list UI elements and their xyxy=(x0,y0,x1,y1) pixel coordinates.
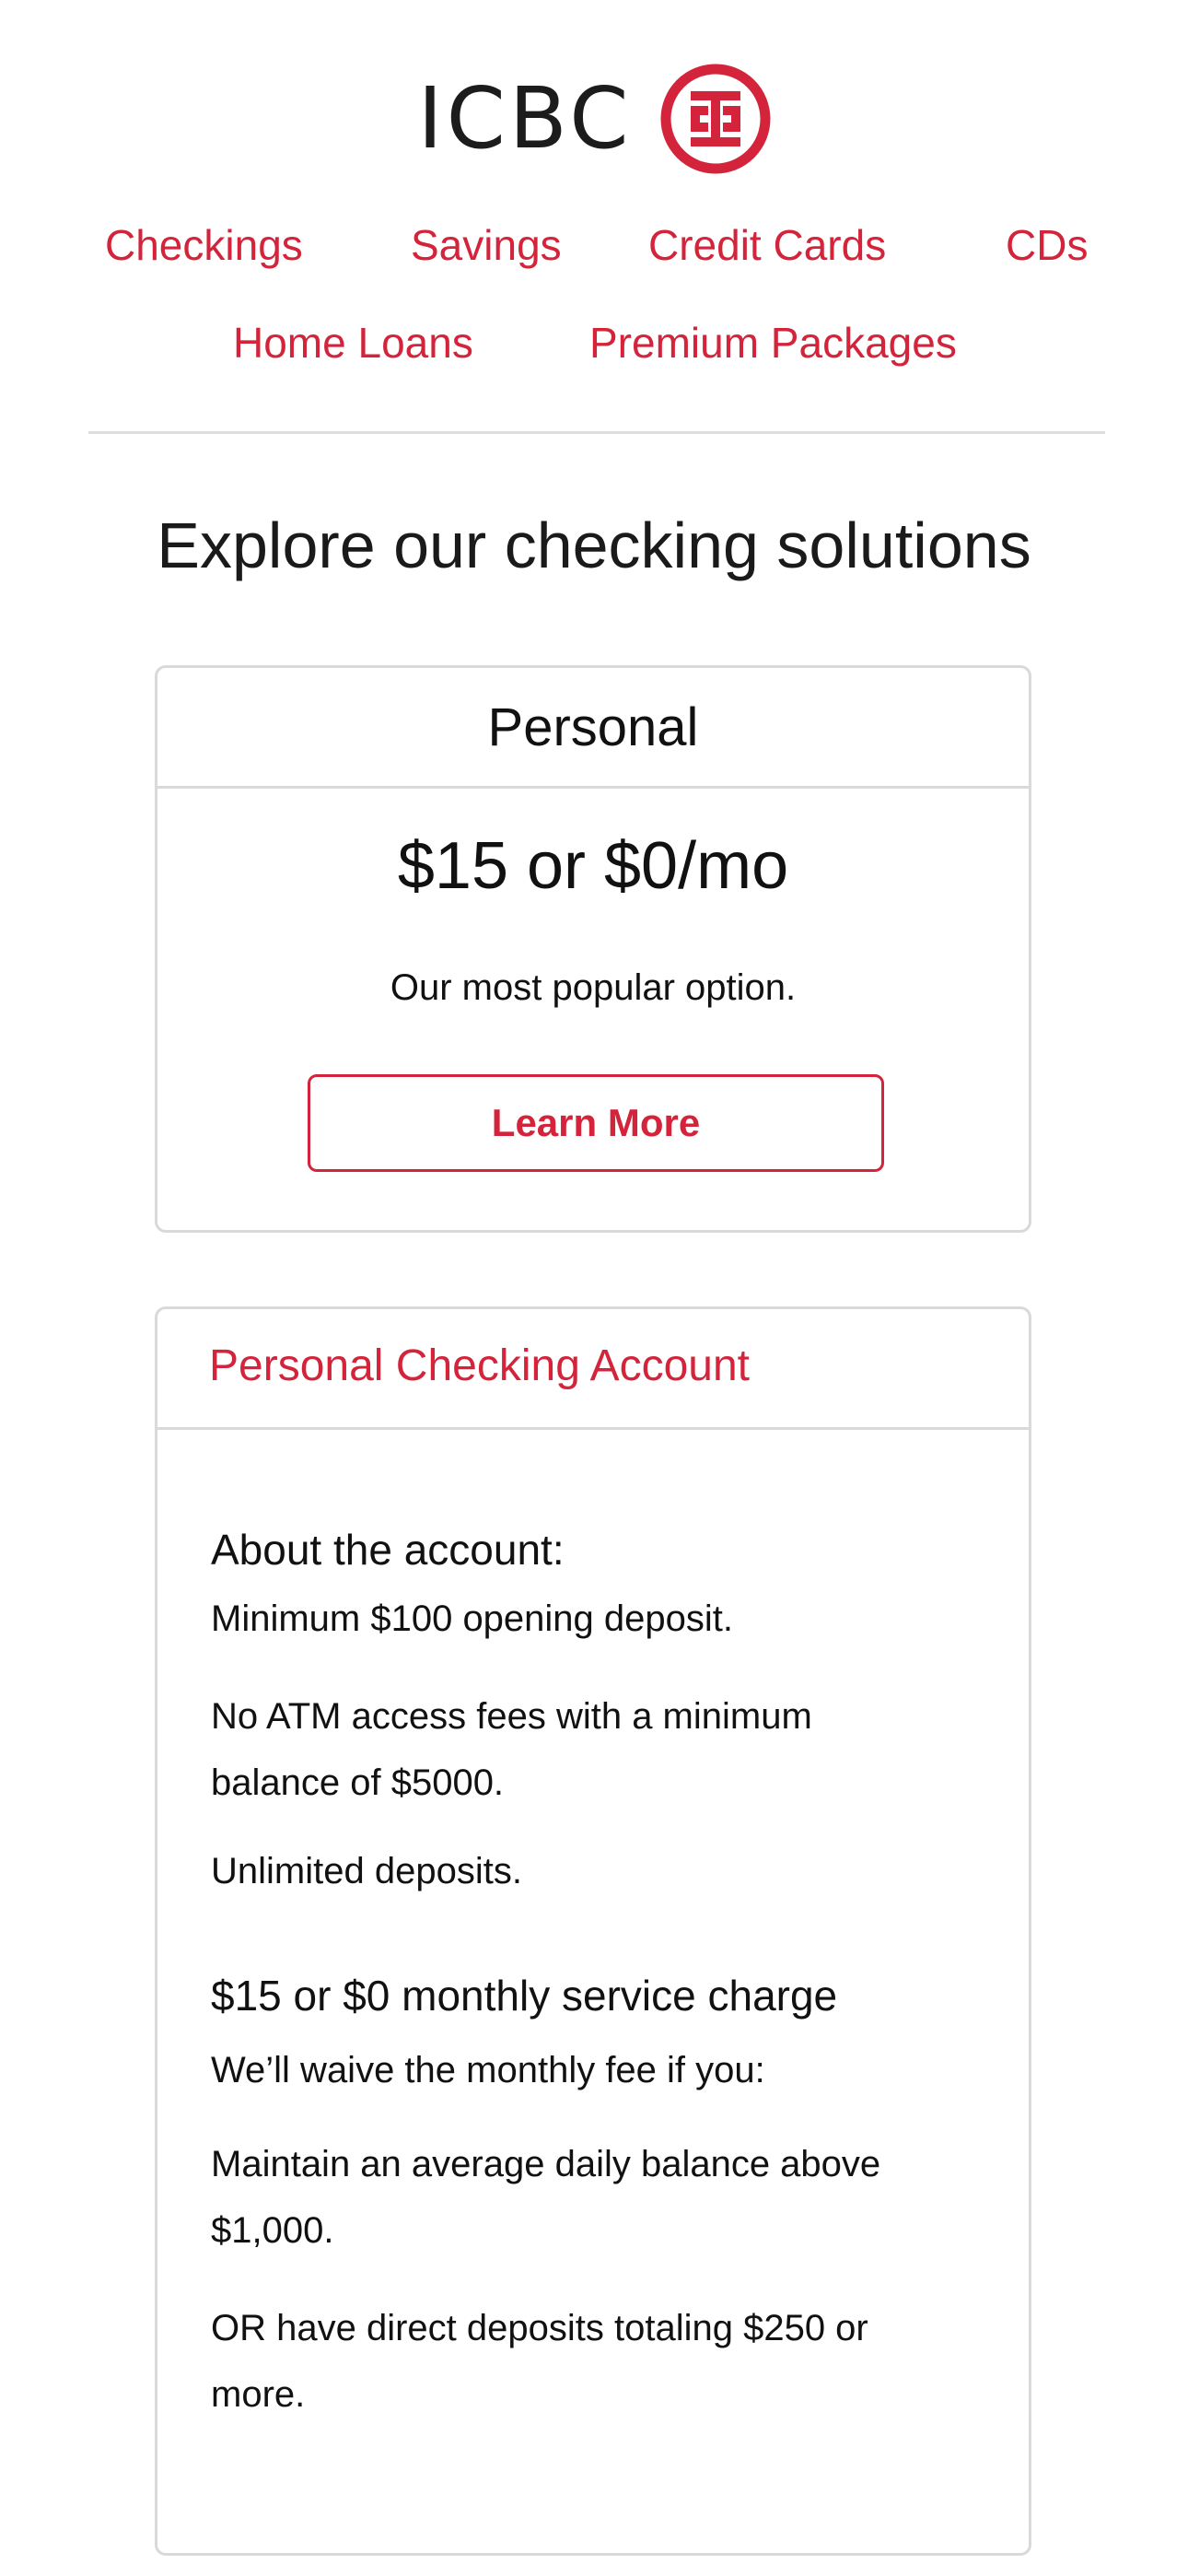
fee-heading: $15 or $0 monthly service charge xyxy=(211,1972,838,2020)
details-card-header[interactable]: Personal Checking Account xyxy=(157,1309,1029,1430)
details-card-title: Personal Checking Account xyxy=(209,1341,751,1390)
nav-checkings[interactable]: Checkings xyxy=(105,219,303,271)
about-item: Unlimited deposits. xyxy=(211,1851,522,1891)
details-card: Personal Checking Account About the acco… xyxy=(155,1306,1031,2556)
plan-price: $15 or $0/mo xyxy=(397,829,789,903)
nav-cds[interactable]: CDs xyxy=(1006,219,1088,271)
header-logo[interactable]: ICBC xyxy=(0,63,1188,175)
fee-item: Maintain an average daily balance above … xyxy=(211,2144,881,2251)
page-title: Explore our checking solutions xyxy=(157,509,1031,581)
learn-more-button[interactable]: Learn More xyxy=(308,1074,884,1172)
plan-title: Personal xyxy=(487,697,699,757)
fee-item: OR have direct deposits totaling $250 or… xyxy=(211,2308,868,2415)
nav-credit-cards[interactable]: Credit Cards xyxy=(648,219,886,271)
header-divider xyxy=(88,431,1105,434)
plan-card-header: Personal xyxy=(157,668,1029,789)
nav-home-loans[interactable]: Home Loans xyxy=(233,317,473,369)
about-item: Minimum $100 opening deposit. xyxy=(211,1598,734,1639)
plan-tagline: Our most popular option. xyxy=(390,967,797,1008)
about-item: No ATM access fees with a minimum balanc… xyxy=(211,1696,812,1803)
icbc-logo-icon xyxy=(660,64,771,174)
nav-savings[interactable]: Savings xyxy=(411,219,562,271)
logo-text: ICBC xyxy=(417,69,633,168)
nav-premium-packages[interactable]: Premium Packages xyxy=(589,317,957,369)
plan-card: Personal $15 or $0/mo Our most popular o… xyxy=(155,665,1031,1233)
about-heading: About the account: xyxy=(211,1526,565,1574)
fee-intro: We’ll waive the monthly fee if you: xyxy=(211,2050,765,2090)
